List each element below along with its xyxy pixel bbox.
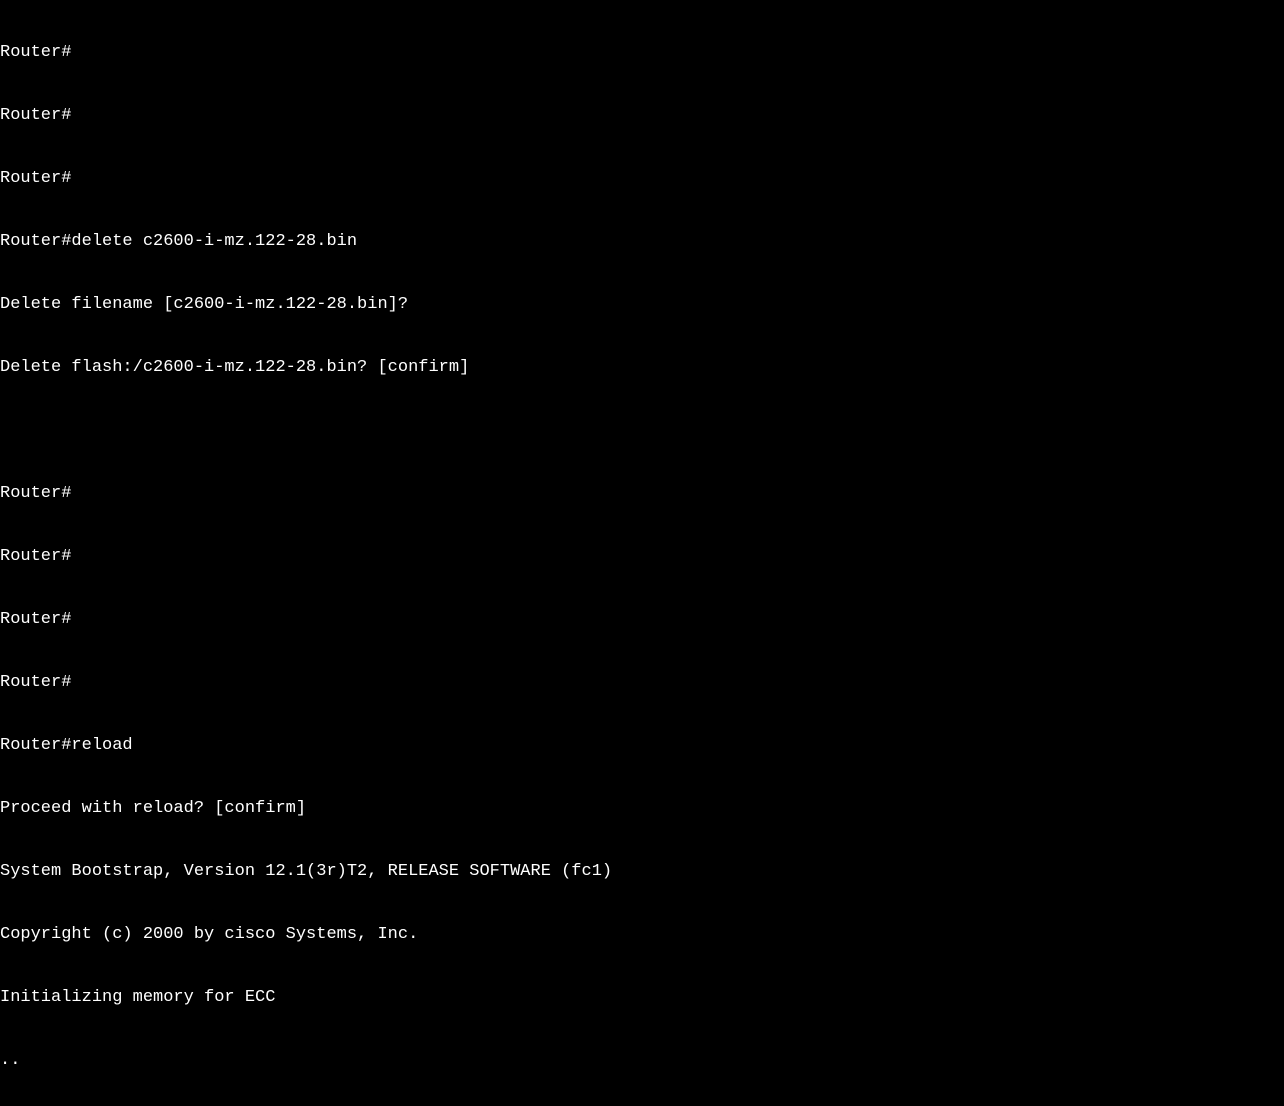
terminal-line: Router# — [0, 609, 1284, 630]
terminal-line: Copyright (c) 2000 by cisco Systems, Inc… — [0, 924, 1284, 945]
terminal-line: .. — [0, 1050, 1284, 1071]
terminal-line: Router#reload — [0, 735, 1284, 756]
terminal-line: Router# — [0, 105, 1284, 126]
terminal-line: Delete filename [c2600-i-mz.122-28.bin]? — [0, 294, 1284, 315]
terminal-line: Router# — [0, 483, 1284, 504]
terminal-line: Delete flash:/c2600-i-mz.122-28.bin? [co… — [0, 357, 1284, 378]
terminal-line: Router# — [0, 672, 1284, 693]
terminal-line — [0, 420, 1284, 441]
terminal-line: Router# — [0, 42, 1284, 63]
terminal-line: Proceed with reload? [confirm] — [0, 798, 1284, 819]
terminal-line: Initializing memory for ECC — [0, 987, 1284, 1008]
terminal-line: Router# — [0, 168, 1284, 189]
terminal-line: Router#delete c2600-i-mz.122-28.bin — [0, 231, 1284, 252]
terminal-output[interactable]: Router# Router# Router# Router#delete c2… — [0, 0, 1284, 1106]
terminal-line: Router# — [0, 546, 1284, 567]
terminal-line: System Bootstrap, Version 12.1(3r)T2, RE… — [0, 861, 1284, 882]
